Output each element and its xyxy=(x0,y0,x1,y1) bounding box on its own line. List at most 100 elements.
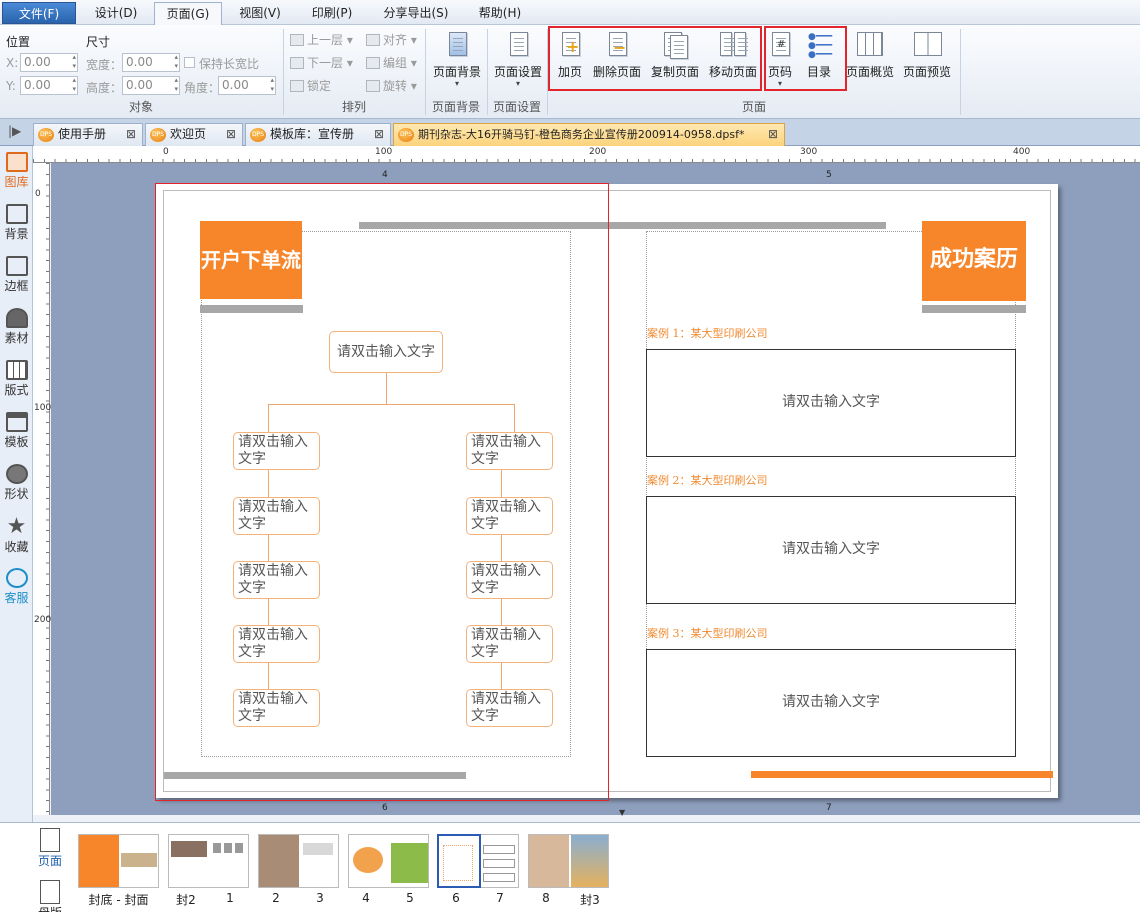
size-label: 尺寸 xyxy=(86,35,111,49)
tool-label: 边框 xyxy=(4,279,29,293)
tab-master[interactable]: 母版 xyxy=(36,880,64,912)
background-tool[interactable]: 背景 xyxy=(0,204,33,242)
left-tool-panel: 图库 背景 边框 素材 版式 模板 形状 ★ 收藏 客服 xyxy=(0,146,33,822)
keep-ratio-checkbox[interactable] xyxy=(184,57,195,68)
bring-forward-icon xyxy=(290,34,304,46)
thumbnail-pages-1[interactable] xyxy=(168,834,249,888)
close-icon[interactable]: ⊠ xyxy=(226,124,236,145)
design-canvas[interactable]: 4 5 6 7 开户下单流程 请双击输入文字 请双击输入文字 请双击输入文字 请双击… xyxy=(51,163,1140,817)
tool-label: 客服 xyxy=(4,591,29,605)
collapse-panel-icon[interactable]: |▶ xyxy=(8,124,21,138)
menu-bar: 文件(F) 设计(D) 页面(G) 视图(V) 印刷(P) 分享导出(S) 帮助… xyxy=(0,0,1140,25)
page-overview-button[interactable]: 页面概览 xyxy=(843,31,897,97)
close-icon[interactable]: ⊠ xyxy=(374,124,384,145)
page-setup-button[interactable]: 页面设置 ▾ xyxy=(490,31,546,97)
highlight-pagenum-toc xyxy=(764,26,847,91)
template-icon xyxy=(5,412,28,432)
group-object-label: 对象 xyxy=(128,100,153,114)
case-2-label[interactable]: 案例 2：某大型印刷公司 xyxy=(647,472,768,488)
grid-icon xyxy=(5,360,28,380)
menu-help[interactable]: 帮助(H) xyxy=(470,2,530,25)
border-tool[interactable]: 边框 xyxy=(0,256,33,294)
send-backward-button[interactable]: 下一层 ▾ xyxy=(290,54,353,72)
close-icon[interactable]: ⊠ xyxy=(768,124,778,145)
thumbnail-selected-page[interactable] xyxy=(437,834,481,888)
menu-file[interactable]: 文件(F) xyxy=(2,2,76,24)
layout-tool[interactable]: 版式 xyxy=(0,360,33,398)
tab-manual[interactable]: DPS 使用手册 ⊠ xyxy=(33,123,143,146)
rotate-icon xyxy=(366,80,380,92)
scroll-down-icon[interactable]: ▼ xyxy=(619,808,625,817)
case-3-label[interactable]: 案例 3：某大型印刷公司 xyxy=(647,625,768,641)
width-label: 宽度： xyxy=(86,58,123,72)
x-label: X: xyxy=(6,56,19,70)
page-preview-button[interactable]: 页面预览 xyxy=(900,31,954,97)
lock-button[interactable]: 锁定 xyxy=(290,77,331,95)
thumb-label: 封2 xyxy=(176,893,196,907)
tab-current-document[interactable]: DPS 期刊杂志-大16开骑马钉-橙色商务企业宣传册200914-0958.dps… xyxy=(393,123,785,147)
y-input[interactable]: 0.00 xyxy=(20,76,78,95)
menu-print[interactable]: 印刷(P) xyxy=(300,2,364,25)
tab-welcome[interactable]: DPS 欢迎页 ⊠ xyxy=(145,123,243,146)
page-selection-frame xyxy=(155,183,609,801)
thumb-label: 5 xyxy=(406,891,414,905)
shape-tool[interactable]: 形状 xyxy=(0,464,33,502)
favorites-tool[interactable]: ★ 收藏 xyxy=(0,516,33,555)
width-input[interactable]: 0.00 xyxy=(122,53,180,72)
lock-icon xyxy=(290,80,304,92)
thumbnail-pages-2-3[interactable] xyxy=(258,834,339,888)
y-label: Y: xyxy=(6,79,16,93)
height-input[interactable]: 0.00 xyxy=(122,76,180,95)
bring-forward-label: 上一层 xyxy=(307,33,344,47)
page-number-marker: 6 xyxy=(382,803,388,813)
ruler-mark: 0 xyxy=(35,189,41,199)
gallery-tool[interactable]: 图库 xyxy=(0,152,33,190)
page-preview-label: 页面预览 xyxy=(902,65,951,79)
ruler-mark: 0 xyxy=(163,147,169,157)
master-page-icon xyxy=(40,880,60,904)
menu-view[interactable]: 视图(V) xyxy=(228,2,292,25)
thumb-label: 4 xyxy=(362,891,370,905)
customer-service-tool[interactable]: 客服 xyxy=(0,568,33,606)
thumb-label: 6 xyxy=(452,891,460,905)
case-1-label[interactable]: 案例 1：某大型印刷公司 xyxy=(647,325,768,341)
case-3-textbox[interactable]: 请双击输入文字 xyxy=(646,649,1016,757)
height-label: 高度： xyxy=(86,81,123,95)
ruler-mark: 300 xyxy=(800,147,818,157)
thumbnail-pages-4-5[interactable] xyxy=(348,834,429,888)
align-button[interactable]: 对齐 ▾ xyxy=(366,31,417,49)
tab-pages-label: 页面 xyxy=(37,854,62,868)
group-page-label: 页面 xyxy=(741,100,766,114)
material-tool[interactable]: 素材 xyxy=(0,308,33,346)
thumb-label: 8 xyxy=(542,891,550,905)
case-1-textbox[interactable]: 请双击输入文字 xyxy=(646,349,1016,457)
ruler-mark: 400 xyxy=(1013,147,1031,157)
x-input[interactable]: 0.00 xyxy=(20,53,78,72)
thumbnail-cover[interactable] xyxy=(78,834,159,888)
ruler-mark: 200 xyxy=(34,615,52,625)
thumbnail-pages-8[interactable] xyxy=(528,834,609,888)
rotate-label: 旋转 xyxy=(383,79,408,93)
tab-template-library[interactable]: DPS 模板库：宣传册 ⊠ xyxy=(245,123,391,146)
tab-pages[interactable]: 页面 xyxy=(36,828,64,874)
tool-label: 图库 xyxy=(4,175,29,189)
dps-icon: DPS xyxy=(250,128,266,142)
border-icon xyxy=(5,256,28,276)
close-icon[interactable]: ⊠ xyxy=(126,124,136,145)
book-icon xyxy=(914,31,942,61)
group-button[interactable]: 编组 ▾ xyxy=(366,54,417,72)
angle-input[interactable]: 0.00 xyxy=(218,76,276,95)
menu-page[interactable]: 页面(G) xyxy=(154,2,222,25)
template-tool[interactable]: 模板 xyxy=(0,412,33,450)
right-page-title[interactable]: 成功案历 xyxy=(922,221,1026,301)
bottom-orange-bar xyxy=(751,771,1053,778)
rotate-button[interactable]: 旋转 ▾ xyxy=(366,77,417,95)
menu-design[interactable]: 设计(D) xyxy=(82,2,150,25)
menu-share-export[interactable]: 分享导出(S) xyxy=(372,2,460,25)
case-2-textbox[interactable]: 请双击输入文字 xyxy=(646,496,1016,604)
page-setup-label: 页面设置 xyxy=(493,65,542,79)
bring-forward-button[interactable]: 上一层 ▾ xyxy=(290,31,353,49)
thumb-label: 2 xyxy=(272,891,280,905)
page-number-marker: 5 xyxy=(826,170,832,180)
page-background-button[interactable]: 页面背景 ▾ xyxy=(429,31,485,97)
